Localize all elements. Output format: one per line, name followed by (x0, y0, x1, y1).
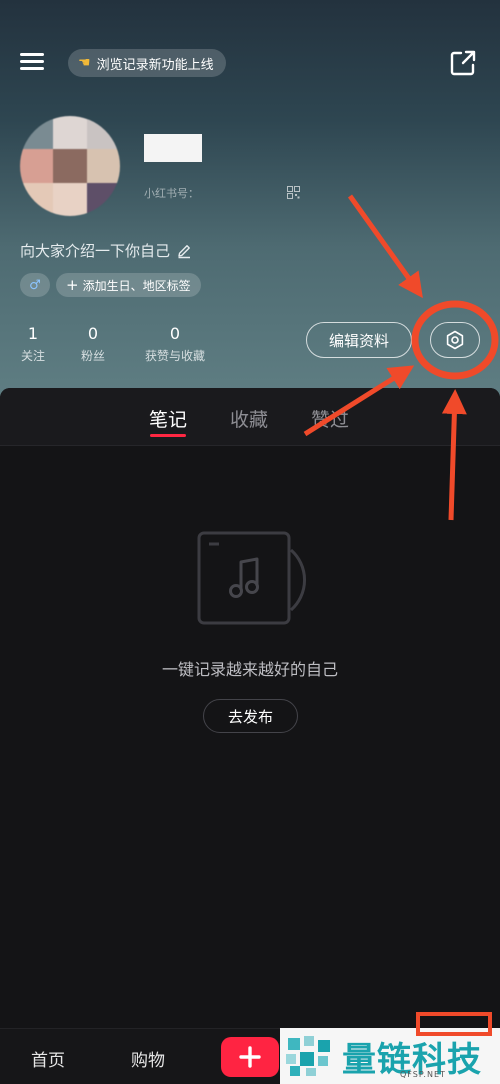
stat-label: 获赞与收藏 (144, 349, 205, 363)
empty-state-text: 一键记录越来越好的自己 (161, 660, 338, 679)
create-post-button[interactable] (221, 1037, 279, 1077)
nav-home[interactable]: 首页 (31, 1046, 65, 1071)
male-icon: ♂ (29, 277, 41, 293)
share-icon[interactable] (448, 48, 478, 78)
tab-collections[interactable]: 收藏 (230, 405, 268, 432)
stat-likes-collects[interactable]: 0 获赞与收藏 (140, 324, 210, 364)
username-redacted (144, 134, 202, 162)
settings-button[interactable] (430, 322, 480, 358)
stat-followers[interactable]: 0 粉丝 (80, 324, 106, 364)
stat-number: 1 (27, 324, 39, 343)
rednote-id-label: 小红书号： (144, 187, 199, 200)
gender-tag[interactable]: ♂ (20, 273, 50, 297)
stat-label: 粉丝 (80, 349, 105, 363)
notes-panel: 笔记 收藏 赞过 一键记录越来越好的自己 去发布 (0, 388, 500, 1028)
stat-number: 0 (87, 324, 99, 343)
edit-profile-button[interactable]: 编辑资料 (306, 322, 412, 358)
tab-notes[interactable]: 笔记 (149, 405, 187, 432)
avatar[interactable] (20, 116, 120, 216)
pointing-hand-icon: ☚ (78, 55, 91, 71)
music-note-album-icon (197, 531, 306, 625)
nav-shopping[interactable]: 购物 (131, 1046, 165, 1071)
tab-liked[interactable]: 赞过 (311, 405, 349, 432)
menu-icon[interactable] (20, 50, 50, 76)
stat-label: 关注 (20, 349, 45, 363)
plus-icon (239, 1046, 261, 1068)
qr-code-icon[interactable] (287, 186, 300, 199)
notice-pill[interactable]: ☚ 浏览记录新功能上线 (68, 49, 226, 77)
add-tags-button[interactable]: + 添加生日、地区标签 (56, 273, 201, 297)
watermark-logo-icon (286, 1036, 330, 1076)
bio[interactable]: 向大家介绍一下你自己 (20, 240, 192, 261)
top-bar: ☚ 浏览记录新功能上线 (0, 40, 500, 86)
stat-number: 0 (169, 324, 181, 343)
add-tags-label: 添加生日、地区标签 (82, 278, 191, 293)
watermark: 量链科技 QFSP.NET (280, 1028, 500, 1084)
plus-icon: + (66, 275, 79, 294)
stat-following[interactable]: 1 关注 (20, 324, 46, 364)
pencil-icon (178, 244, 191, 258)
bio-text: 向大家介绍一下你自己 (20, 242, 171, 260)
active-tab-indicator (150, 434, 186, 437)
gear-icon (446, 330, 464, 350)
watermark-subtext: QFSP.NET (400, 1070, 446, 1079)
publish-button[interactable]: 去发布 (203, 699, 298, 733)
notice-pill-label: 浏览记录新功能上线 (96, 57, 214, 73)
tab-bar: 笔记 收藏 赞过 (0, 388, 500, 446)
